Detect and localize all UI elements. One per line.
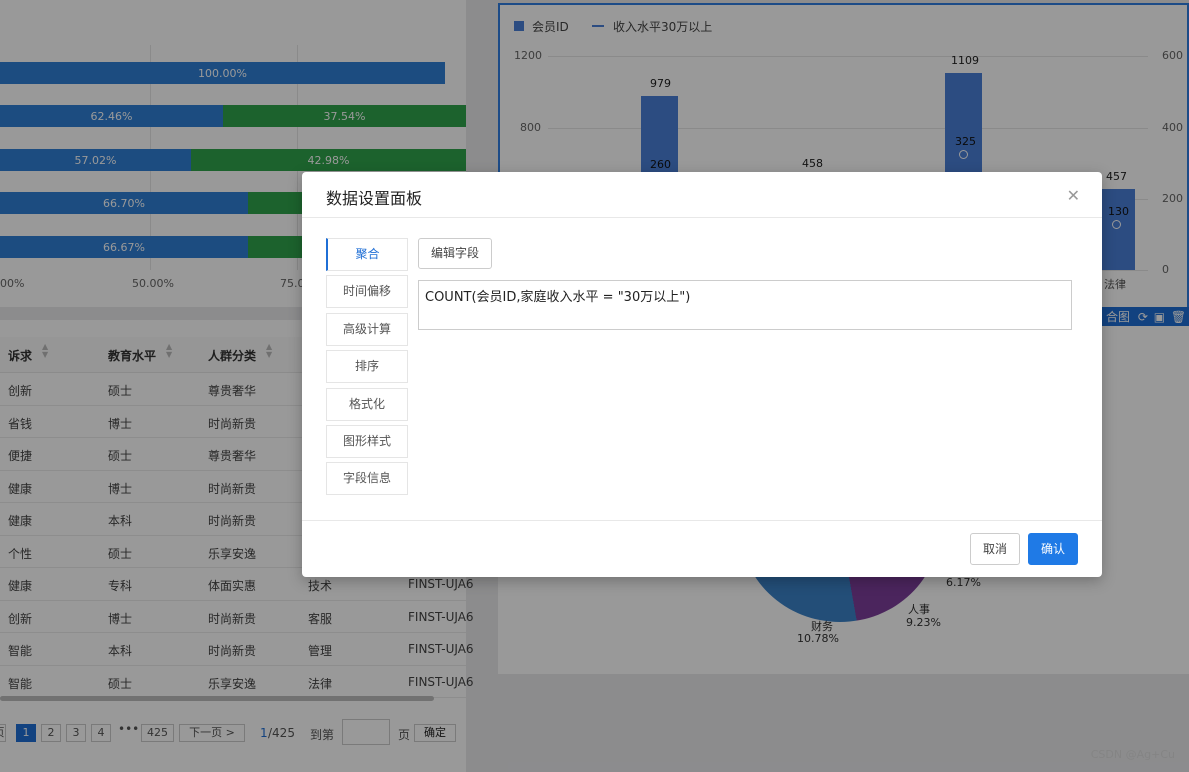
data-settings-dialog: 数据设置面板 ✕ 聚合时间偏移高级计算排序格式化图形样式字段信息 编辑字段 CO… (302, 172, 1102, 577)
edit-field-button[interactable]: 编辑字段 (418, 238, 492, 269)
dialog-header: 数据设置面板 ✕ (302, 172, 1102, 218)
settings-tab[interactable]: 图形样式 (326, 425, 408, 458)
settings-tab[interactable]: 高级计算 (326, 313, 408, 346)
cancel-button[interactable]: 取消 (970, 533, 1020, 565)
settings-tab[interactable]: 时间偏移 (326, 275, 408, 308)
settings-tab[interactable]: 聚合 (326, 238, 408, 271)
settings-tab[interactable]: 排序 (326, 350, 408, 383)
formula-input[interactable]: COUNT(会员ID,家庭收入水平 = "30万以上") (418, 280, 1072, 330)
close-icon[interactable]: ✕ (1067, 186, 1080, 205)
dialog-title: 数据设置面板 (326, 189, 423, 208)
dialog-footer-divider (302, 520, 1102, 521)
settings-tab[interactable]: 格式化 (326, 388, 408, 421)
settings-tab[interactable]: 字段信息 (326, 462, 408, 495)
confirm-button[interactable]: 确认 (1028, 533, 1078, 565)
